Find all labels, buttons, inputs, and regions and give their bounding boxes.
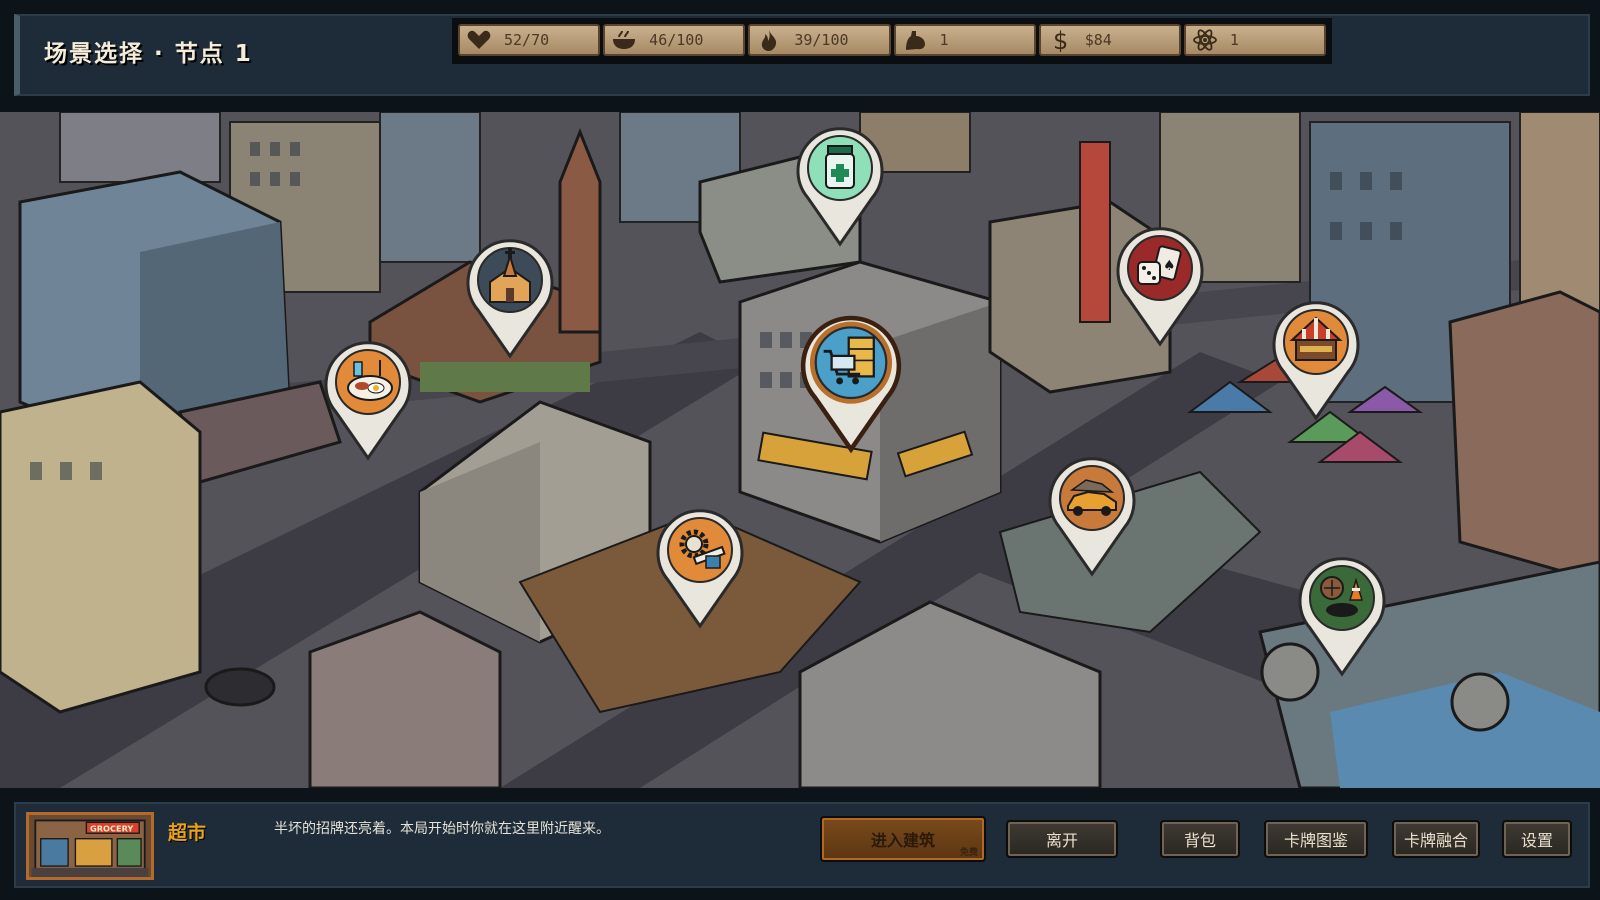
scene-description: 半坏的招牌还亮着。本局开始时你就在这里附近醒来。 xyxy=(274,821,610,837)
dollar-icon: $ xyxy=(1053,28,1068,52)
location-pin-workshop[interactable] xyxy=(650,502,750,630)
card-fusion-label: 卡牌融合 xyxy=(1403,831,1468,850)
stat-hunger: 46/100 xyxy=(603,24,746,56)
enter-building-label: 进入建筑 xyxy=(870,831,935,850)
stat-money: $ $84 xyxy=(1038,24,1181,56)
stat-strength: 1 xyxy=(893,24,1036,56)
location-pin-market[interactable] xyxy=(1266,294,1366,422)
card-fusion-button[interactable]: 卡牌融合 xyxy=(1392,820,1480,858)
food-bowl-icon xyxy=(613,30,636,49)
medicine-bottle-icon xyxy=(825,145,855,189)
location-pin-church[interactable] xyxy=(460,232,560,360)
flame-icon xyxy=(762,30,777,51)
scene-thumbnail: GROCERY xyxy=(26,812,154,880)
top-bar: 场景选择 · 节点 1 52/70 46/100 39/100 1 $ $84 … xyxy=(14,14,1590,96)
location-pin-sewer[interactable] xyxy=(1292,550,1392,678)
settings-button[interactable]: 设置 xyxy=(1502,820,1572,858)
heart-icon xyxy=(467,30,491,49)
enter-cost-label: 免费 xyxy=(959,848,978,858)
scene-name: 超市 xyxy=(168,822,207,844)
settings-label: 设置 xyxy=(1520,831,1553,850)
card-codex-button[interactable]: 卡牌图鉴 xyxy=(1264,820,1368,858)
stat-energy: 1 xyxy=(1183,24,1327,56)
stat-health-value: 52/70 xyxy=(504,31,550,49)
location-pin-pharmacy[interactable] xyxy=(790,120,890,248)
city-map: ♠ xyxy=(0,112,1600,788)
svg-text:♠: ♠ xyxy=(1163,258,1176,274)
stat-money-value: $84 xyxy=(1084,31,1112,49)
enter-building-button[interactable]: 进入建筑 免费 xyxy=(820,816,986,862)
scene-info-panel: GROCERY 超市 半坏的招牌还亮着。本局开始时你就在这里附近醒来。 进入建筑… xyxy=(14,802,1590,888)
stat-health: 52/70 xyxy=(458,24,601,56)
status-bar: 52/70 46/100 39/100 1 $ $84 1 xyxy=(452,18,1332,64)
card-codex-label: 卡牌图鉴 xyxy=(1283,831,1348,850)
leave-label: 离开 xyxy=(1045,831,1078,850)
backpack-button[interactable]: 背包 xyxy=(1160,820,1240,858)
leave-button[interactable]: 离开 xyxy=(1006,820,1118,858)
backpack-label: 背包 xyxy=(1183,831,1216,850)
stat-strength-value: 1 xyxy=(939,31,949,49)
atom-icon xyxy=(1192,29,1217,51)
thumbnail-sign: GROCERY xyxy=(90,823,134,833)
location-pin-diner[interactable] xyxy=(318,334,418,462)
grocery-store-thumbnail: GROCERY xyxy=(31,815,149,877)
stat-heat: 39/100 xyxy=(748,24,891,56)
location-pin-casino[interactable]: ♠ xyxy=(1110,220,1210,348)
location-pin-supermarket[interactable] xyxy=(794,308,908,454)
muscle-arm-icon xyxy=(905,31,925,50)
location-pin-junkyard[interactable] xyxy=(1042,450,1142,578)
stat-hunger-value: 46/100 xyxy=(649,31,704,49)
svg-text:$: $ xyxy=(1053,28,1068,52)
stat-energy-value: 1 xyxy=(1229,31,1239,49)
stat-heat-value: 39/100 xyxy=(794,31,849,49)
page-title: 场景选择 · 节点 1 xyxy=(44,41,253,67)
